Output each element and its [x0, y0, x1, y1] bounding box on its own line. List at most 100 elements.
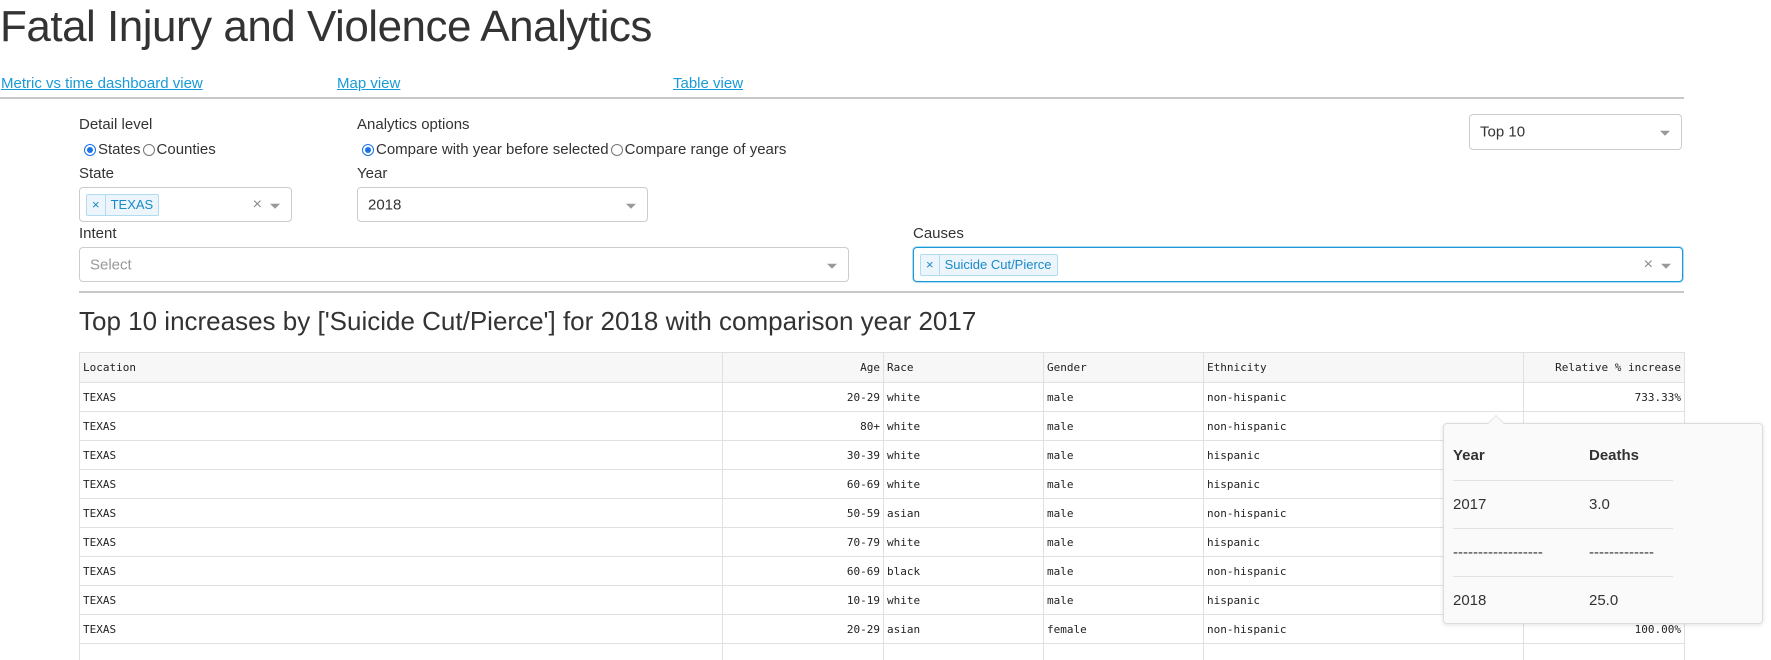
- radio-compare-year-before-label: Compare with year before selected: [376, 141, 609, 158]
- analytics-options-label: Analytics options: [357, 116, 470, 133]
- radio-counties-label: Counties: [156, 141, 216, 158]
- cell-location: TEXAS: [79, 556, 723, 586]
- radio-compare-range[interactable]: [610, 143, 623, 156]
- tooltip-cell-deaths: 25.0: [1589, 591, 1619, 609]
- cell-age: 60-69: [722, 556, 884, 586]
- cell-gender: male: [1043, 469, 1204, 499]
- causes-tag: × Suicide Cut/Pierce: [920, 253, 1058, 276]
- radio-counties[interactable]: [142, 143, 155, 156]
- year-select[interactable]: 2018: [357, 187, 648, 222]
- intent-label: Intent: [79, 225, 117, 242]
- cell-location: TEXAS: [79, 585, 723, 615]
- cell-relative-increase: [1523, 643, 1685, 660]
- cell-location: TEXAS: [79, 440, 723, 470]
- column-header-location[interactable]: Location: [79, 352, 723, 383]
- year-label: Year: [357, 165, 388, 182]
- cell-race: asian: [883, 498, 1044, 528]
- state-tag: × TEXAS: [86, 193, 160, 216]
- intent-select[interactable]: Select: [79, 247, 849, 282]
- tooltip-cell-year: 2018: [1453, 591, 1487, 609]
- tag-remove-icon[interactable]: ×: [921, 254, 940, 275]
- column-header-ethnicity[interactable]: Ethnicity: [1203, 352, 1524, 383]
- cell-age: 20-29: [722, 382, 884, 412]
- tooltip-cell-deaths: 3.0: [1589, 480, 1673, 529]
- table-row[interactable]: TEXAS 20-29 white male non-hispanic 733.…: [79, 382, 1685, 412]
- cell-race: asian: [883, 614, 1044, 644]
- view-nav: Metric vs time dashboard view Map view T…: [0, 75, 1684, 99]
- nav-link-map-view[interactable]: Map view: [337, 75, 400, 92]
- chevron-down-icon[interactable]: [270, 203, 280, 209]
- column-header-relative-increase[interactable]: Relative % increase: [1523, 352, 1685, 383]
- cell-location: TEXAS: [79, 382, 723, 412]
- radio-states-label: States: [98, 141, 141, 158]
- cell-location: TEXAS: [79, 498, 723, 528]
- cell-ethnicity: non-hispanic: [1203, 382, 1524, 412]
- detail-level-radio-group: States Counties: [84, 141, 218, 158]
- cell-gender: male: [1043, 411, 1204, 441]
- causes-tag-label: Suicide Cut/Pierce: [944, 257, 1052, 272]
- column-header-age[interactable]: Age: [722, 352, 884, 383]
- radio-states[interactable]: [84, 143, 96, 156]
- cell-age: [722, 643, 884, 660]
- tooltip-cell-year: 2017: [1453, 480, 1589, 529]
- cell-race: [883, 643, 1044, 660]
- nav-link-metric-dashboard[interactable]: Metric vs time dashboard view: [1, 75, 203, 92]
- cell-age: 50-59: [722, 498, 884, 528]
- top-n-select[interactable]: Top 10: [1469, 114, 1682, 150]
- cell-race: white: [883, 585, 1044, 615]
- state-tag-label: TEXAS: [110, 197, 154, 212]
- cell-location: [79, 643, 723, 660]
- page-title: Fatal Injury and Violence Analytics: [0, 2, 652, 51]
- tooltip-header-year: Year: [1453, 432, 1589, 481]
- tag-remove-icon[interactable]: ×: [87, 194, 106, 215]
- analytics-options-radio-group: Compare with year before selected Compar…: [362, 141, 788, 158]
- table-row[interactable]: [79, 643, 1685, 660]
- cell-location: TEXAS: [79, 411, 723, 441]
- chevron-down-icon: [626, 203, 636, 209]
- nav-link-table-view[interactable]: Table view: [673, 75, 743, 92]
- cell-gender: [1043, 643, 1204, 660]
- chevron-down-icon[interactable]: [1661, 263, 1671, 269]
- cell-relative-increase: 733.33%: [1523, 382, 1685, 412]
- year-value: 2018: [368, 196, 402, 213]
- deaths-tooltip: Year Deaths 2017 3.0 ------------------ …: [1443, 415, 1763, 624]
- cell-age: 20-29: [722, 614, 884, 644]
- close-icon[interactable]: ×: [253, 196, 262, 214]
- cell-gender: male: [1043, 498, 1204, 528]
- close-icon[interactable]: ×: [1644, 256, 1653, 274]
- cell-age: 30-39: [722, 440, 884, 470]
- causes-multiselect[interactable]: × Suicide Cut/Pierce ×: [913, 247, 1683, 282]
- cell-gender: male: [1043, 527, 1204, 557]
- intent-placeholder: Select: [90, 256, 132, 273]
- cell-race: black: [883, 556, 1044, 586]
- cell-gender: male: [1043, 556, 1204, 586]
- state-multiselect[interactable]: × TEXAS ×: [79, 187, 292, 222]
- cell-race: white: [883, 440, 1044, 470]
- cell-gender: male: [1043, 585, 1204, 615]
- causes-label: Causes: [913, 225, 964, 242]
- tooltip-separator: -------------: [1589, 528, 1673, 577]
- tooltip-header-deaths: Deaths: [1589, 432, 1673, 481]
- cell-age: 70-79: [722, 527, 884, 557]
- column-header-gender[interactable]: Gender: [1043, 352, 1204, 383]
- cell-age: 10-19: [722, 585, 884, 615]
- cell-age: 80+: [722, 411, 884, 441]
- table-header-row: Location Age Race Gender Ethnicity Relat…: [79, 352, 1685, 383]
- cell-race: white: [883, 469, 1044, 499]
- cell-race: white: [883, 527, 1044, 557]
- cell-gender: male: [1043, 440, 1204, 470]
- cell-location: TEXAS: [79, 527, 723, 557]
- cell-race: white: [883, 382, 1044, 412]
- cell-race: white: [883, 411, 1044, 441]
- cell-ethnicity: [1203, 643, 1524, 660]
- top-n-value: Top 10: [1480, 123, 1526, 141]
- cell-location: TEXAS: [79, 614, 723, 644]
- state-label: State: [79, 165, 115, 182]
- radio-compare-range-label: Compare range of years: [624, 141, 787, 158]
- chevron-down-icon: [827, 263, 837, 269]
- cell-gender: male: [1043, 382, 1204, 412]
- radio-compare-year-before[interactable]: [362, 143, 374, 156]
- detail-level-label: Detail level: [79, 116, 153, 133]
- chevron-down-icon: [1660, 130, 1670, 136]
- column-header-race[interactable]: Race: [883, 352, 1044, 383]
